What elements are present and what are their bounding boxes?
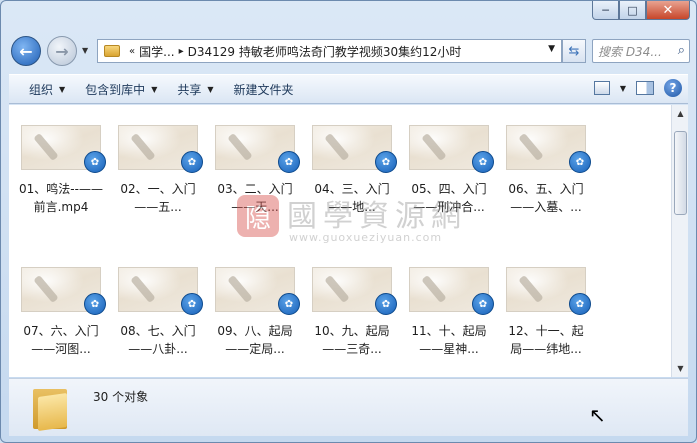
new-folder-label: 新建文件夹 [233,82,294,97]
file-item[interactable]: ✿ 06、五、入门——入墓、... [504,125,591,229]
media-player-icon: ✿ [472,151,494,173]
watermark-url: www.guoxueziyuan.com [289,231,443,244]
include-in-library-menu[interactable]: 包含到库中 ▼ [85,81,157,98]
media-player-icon: ✿ [375,293,397,315]
scroll-down-icon[interactable]: ▼ [672,360,688,377]
folder-icon [104,45,120,57]
file-name: 03、二、入门——天... [217,182,293,214]
media-player-icon: ✿ [84,151,106,173]
media-player-icon: ✿ [84,293,106,315]
maximize-button[interactable]: □ [619,1,646,20]
chevron-down-icon[interactable]: ▼ [620,84,626,93]
file-name: 11、十、起局——星神... [411,324,487,356]
breadcrumb-overflow[interactable]: « [129,46,135,57]
minimize-button[interactable]: ─ [592,1,619,20]
forward-button[interactable]: → [47,36,77,66]
file-name: 10、九、起局——三奇... [314,324,390,356]
media-player-icon: ✿ [278,293,300,315]
back-button[interactable]: ← [11,36,41,66]
file-item[interactable]: ✿ 12、十一、起局——纬地... [504,267,591,371]
breadcrumb-item[interactable]: 国学... [139,43,174,60]
file-item[interactable]: ✿ 03、二、入门——天... [213,125,300,229]
recent-pages-dropdown[interactable]: ▼ [82,46,88,55]
file-item[interactable]: ✿ 07、六、入门——河图... [19,267,106,371]
address-dropdown-icon[interactable]: ▼ [548,44,555,54]
file-name: 12、十一、起局——纬地... [508,324,584,356]
caption-buttons: ─ □ ✕ [592,1,690,20]
command-bar: 组织 ▼ 包含到库中 ▼ 共享 ▼ 新建文件夹 ▼ ? [9,74,688,104]
scroll-thumb[interactable] [674,131,687,215]
explorer-window: ─ □ ✕ ← → ▼ « 国学... ▸ D34129 持敏老师鸣法奇门教学视… [0,0,697,443]
file-list[interactable]: ✿ 01、鸣法--——前言.mp4 ✿ 02、一、入门——五... ✿ 03、二、入门——… [9,105,688,377]
chevron-down-icon: ▼ [59,84,66,94]
file-item[interactable]: ✿ 09、八、起局——定局... [213,267,300,371]
view-options-icon[interactable] [593,81,610,95]
folder-icon [33,385,67,432]
details-pane: 30 个对象 ↖ [9,378,688,436]
file-name: 01、鸣法--——前言.mp4 [19,182,103,214]
search-icon[interactable]: ⌕ [678,43,685,58]
toolbar-right: ▼ ? [593,79,682,97]
media-player-icon: ✿ [181,293,203,315]
help-icon[interactable]: ? [664,79,682,97]
file-item[interactable]: ✿ 05、四、入门——刑冲合... [407,125,494,229]
scroll-up-icon[interactable]: ▲ [672,105,688,122]
organize-label: 组织 [29,82,54,97]
include-in-library-label: 包含到库中 [85,82,146,97]
organize-menu[interactable]: 组织 ▼ [29,81,65,98]
file-item[interactable]: ✿ 04、三、入门——地... [310,125,397,229]
file-name: 08、七、入门——八卦... [120,324,196,356]
file-item[interactable]: ✿ 11、十、起局——星神... [407,267,494,371]
media-player-icon: ✿ [569,293,591,315]
new-folder-button[interactable]: 新建文件夹 [234,81,294,98]
chevron-down-icon: ▼ [151,84,158,94]
media-player-icon: ✿ [569,151,591,173]
file-item[interactable]: ✿ 10、九、起局——三奇... [310,267,397,371]
chevron-down-icon: ▼ [207,84,214,94]
breadcrumb-current[interactable]: D34129 持敏老师鸣法奇门教学视频30集约12小时 [188,43,462,60]
search-placeholder: 搜索 D34... [598,44,662,59]
file-name: 04、三、入门——地... [314,182,390,214]
media-player-icon: ✿ [375,151,397,173]
address-bar[interactable]: « 国学... ▸ D34129 持敏老师鸣法奇门教学视频30集约12小时 ▼ [97,39,562,63]
refresh-button[interactable]: ⇆ [562,39,586,63]
file-item[interactable]: ✿ 02、一、入门——五... [116,125,203,229]
share-menu[interactable]: 共享 ▼ [177,81,213,98]
media-player-icon: ✿ [472,293,494,315]
file-name: 09、八、起局——定局... [217,324,293,356]
breadcrumb-separator[interactable]: ▸ [179,46,184,57]
vertical-scrollbar[interactable]: ▲ ▼ [671,105,688,377]
file-item[interactable]: ✿ 01、鸣法--——前言.mp4 [19,125,106,229]
share-label: 共享 [177,82,202,97]
file-name: 07、六、入门——河图... [23,324,99,356]
file-name: 06、五、入门——入墓、... [508,182,584,214]
preview-pane-icon[interactable] [636,81,654,95]
search-input[interactable]: 搜索 D34... ⌕ [592,39,690,63]
mouse-cursor-icon: ↖ [589,403,606,427]
file-name: 05、四、入门——刑冲合... [411,182,487,214]
navigation-bar: ← → ▼ « 国学... ▸ D34129 持敏老师鸣法奇门教学视频30集约1… [9,34,690,68]
file-name: 02、一、入门——五... [120,182,196,214]
media-player-icon: ✿ [181,151,203,173]
item-count: 30 个对象 [93,390,149,404]
file-item[interactable]: ✿ 08、七、入门——八卦... [116,267,203,371]
close-button[interactable]: ✕ [646,1,690,20]
media-player-icon: ✿ [278,151,300,173]
